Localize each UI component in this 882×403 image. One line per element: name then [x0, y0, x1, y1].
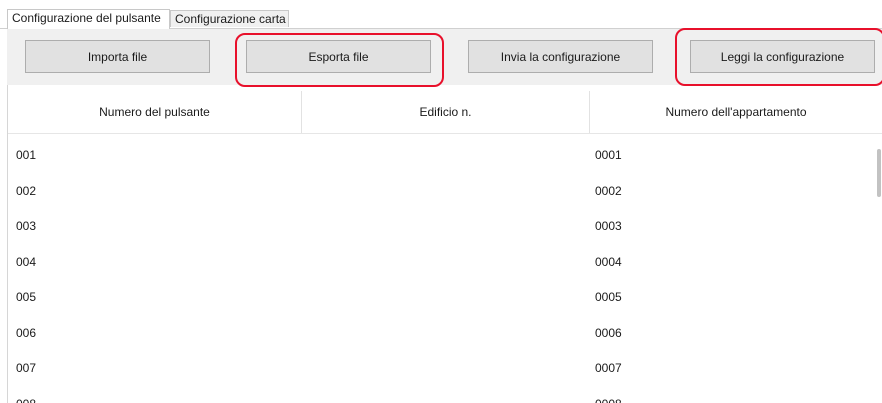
cell-apartment-number[interactable]: 0006 [595, 315, 622, 351]
table-row[interactable]: 004 0004 [8, 244, 873, 280]
cell-apartment-number[interactable]: 0005 [595, 279, 622, 315]
vertical-scrollbar[interactable] [875, 145, 882, 403]
header-separator [8, 133, 882, 134]
send-configuration-button[interactable]: Invia la configurazione [468, 40, 653, 73]
cell-apartment-number[interactable]: 0003 [595, 208, 622, 244]
grid-header: Numero del pulsante Edificio n. Numero d… [8, 91, 882, 133]
read-highlight-annotation [675, 28, 882, 86]
cell-apartment-number[interactable]: 0001 [595, 137, 622, 173]
cell-button-number[interactable]: 006 [16, 315, 36, 351]
column-header-apartment[interactable]: Numero dell'appartamento [590, 91, 882, 133]
import-file-button[interactable]: Importa file [25, 40, 210, 73]
table-row[interactable]: 003 0003 [8, 208, 873, 244]
cell-button-number[interactable]: 004 [16, 244, 36, 280]
cell-button-number[interactable]: 003 [16, 208, 36, 244]
export-highlight-annotation [235, 33, 444, 87]
cell-button-number[interactable]: 005 [16, 279, 36, 315]
table-row[interactable]: 006 0006 [8, 315, 873, 351]
button-grid: Numero del pulsante Edificio n. Numero d… [7, 85, 882, 403]
cell-button-number[interactable]: 007 [16, 350, 36, 386]
grid-rows: 001 0001 002 0002 003 0003 004 0004 005 0005 006 00… [8, 137, 873, 403]
tab-card-configuration[interactable]: Configurazione carta [170, 10, 289, 27]
table-row[interactable]: 007 0007 [8, 350, 873, 386]
table-row[interactable]: 002 0002 [8, 173, 873, 209]
cell-apartment-number[interactable]: 0004 [595, 244, 622, 280]
table-row[interactable]: 008 0008 [8, 386, 873, 403]
table-row[interactable]: 005 0005 [8, 279, 873, 315]
column-header-button-number[interactable]: Numero del pulsante [8, 91, 302, 133]
tab-strip: Configurazione del pulsante Configurazio… [0, 0, 882, 29]
tab-button-configuration[interactable]: Configurazione del pulsante [7, 9, 170, 29]
cell-apartment-number[interactable]: 0008 [595, 386, 622, 403]
cell-apartment-number[interactable]: 0002 [595, 173, 622, 209]
cell-button-number[interactable]: 008 [16, 386, 36, 403]
cell-apartment-number[interactable]: 0007 [595, 350, 622, 386]
cell-button-number[interactable]: 001 [16, 137, 36, 173]
table-row[interactable]: 001 0001 [8, 137, 873, 173]
scrollbar-thumb[interactable] [877, 149, 881, 197]
cell-button-number[interactable]: 002 [16, 173, 36, 209]
column-header-building[interactable]: Edificio n. [302, 91, 590, 133]
